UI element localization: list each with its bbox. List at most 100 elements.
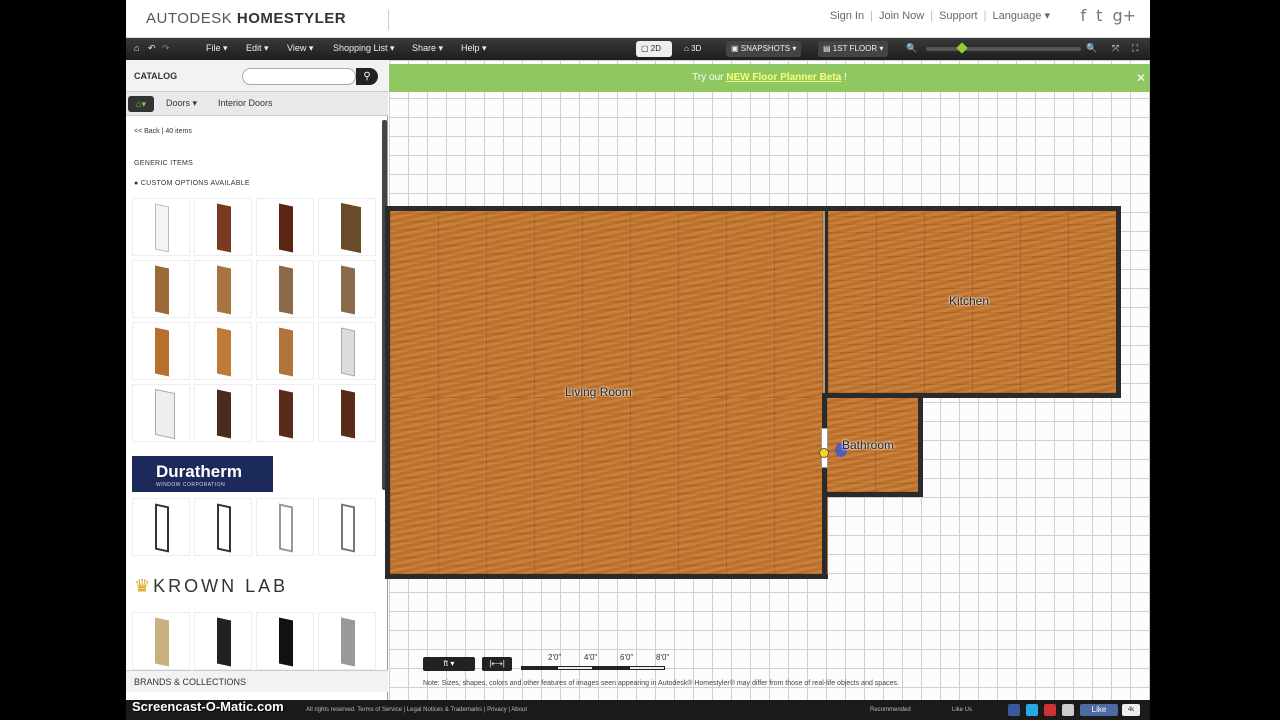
- window-tile[interactable]: [256, 498, 314, 556]
- sign-in-link[interactable]: Sign In: [830, 10, 864, 22]
- measure-toggle-icon[interactable]: |⟷|: [482, 657, 512, 671]
- breadcrumb-doors[interactable]: Doors ▾: [166, 98, 197, 109]
- door-tile[interactable]: [194, 612, 252, 670]
- brands-collections-header[interactable]: BRANDS & COLLECTIONS: [126, 670, 388, 692]
- door-tile[interactable]: [194, 198, 252, 256]
- logo-divider: [388, 10, 389, 30]
- redo-icon[interactable]: ↷: [162, 43, 170, 54]
- youtube-icon[interactable]: [1044, 704, 1056, 716]
- catalog-header: CATALOG ⚲: [126, 60, 388, 92]
- twitter-icon[interactable]: t: [1096, 6, 1102, 25]
- close-icon[interactable]: ✕: [1136, 64, 1146, 92]
- room-label-bathroom[interactable]: Bathroom: [842, 438, 894, 452]
- scale-label: 2'0": [548, 653, 562, 662]
- window-tile[interactable]: [318, 498, 376, 556]
- logo[interactable]: AUTODESK HOMESTYLER: [146, 10, 346, 27]
- breadcrumb: ⌂▾ Doors ▾ Interior Doors: [126, 92, 388, 116]
- door-tile[interactable]: [318, 260, 376, 318]
- window-tile[interactable]: [194, 498, 252, 556]
- krown-lab-logo[interactable]: ♛KROWN LAB: [134, 576, 288, 597]
- catalog-search-input[interactable]: [242, 68, 356, 85]
- window-tile[interactable]: [132, 498, 190, 556]
- search-icon[interactable]: ⚲: [356, 68, 378, 85]
- google-plus-icon[interactable]: g+: [1112, 6, 1136, 25]
- facebook-like-button[interactable]: Like: [1080, 704, 1118, 716]
- menu-file[interactable]: File ▾: [206, 43, 228, 54]
- top-links: Sign In | Join Now | Support | Language ▾: [829, 9, 1050, 23]
- language-dropdown[interactable]: Language ▾: [992, 9, 1050, 22]
- door-handle-icon[interactable]: [819, 448, 829, 458]
- facebook-icon[interactable]: f: [1081, 6, 1087, 25]
- floorplan-canvas[interactable]: Try our NEW Floor Planner Beta ! ✕ Livin…: [385, 60, 1150, 700]
- door-tile[interactable]: [256, 260, 314, 318]
- beta-banner: Try our NEW Floor Planner Beta ! ✕: [389, 64, 1150, 92]
- floor-planner-beta-link[interactable]: NEW Floor Planner Beta: [726, 72, 841, 83]
- home-icon[interactable]: ⌂: [134, 43, 139, 53]
- door-tile[interactable]: [318, 322, 376, 380]
- door-tile[interactable]: [256, 198, 314, 256]
- generic-items-heading: GENERIC ITEMS: [134, 160, 194, 167]
- zoom-out-icon[interactable]: 🔍: [906, 43, 917, 54]
- door-tile[interactable]: [194, 260, 252, 318]
- door-tile[interactable]: [256, 322, 314, 380]
- living-kitchen-divider: [823, 211, 825, 393]
- scale-label: 6'0": [620, 653, 634, 662]
- fit-view-icon[interactable]: ⤧: [1112, 43, 1119, 54]
- crown-icon: ♛: [134, 576, 154, 596]
- floor-selector[interactable]: ▤ 1ST FLOOR ▾: [818, 41, 889, 57]
- door-tile[interactable]: [256, 612, 314, 670]
- twitter-icon[interactable]: [1026, 704, 1038, 716]
- home-icon[interactable]: ⌂▾: [128, 96, 154, 112]
- zoom-in-icon[interactable]: 🔍: [1086, 43, 1097, 54]
- living-room-fill-extension: [390, 398, 822, 574]
- menu-share[interactable]: Share ▾: [412, 43, 443, 54]
- door-tile[interactable]: [318, 198, 376, 256]
- join-now-link[interactable]: Join Now: [879, 10, 924, 22]
- homestyler-app: AUTODESK HOMESTYLER Sign In | Join Now | S…: [126, 0, 1150, 720]
- room-label-living[interactable]: Living Room: [565, 385, 632, 399]
- view-3d-button[interactable]: ⌂ 3D: [679, 41, 706, 57]
- door-tile[interactable]: [132, 384, 190, 442]
- undo-icon[interactable]: ↶: [148, 43, 156, 54]
- scale-bar-segment: [629, 666, 665, 670]
- menu-bar: ⌂ ↶ ↷ File ▾ Edit ▾ View ▾ Shopping List…: [126, 38, 1150, 60]
- menu-help[interactable]: Help ▾: [461, 43, 487, 54]
- door-tile[interactable]: [194, 384, 252, 442]
- door-tile[interactable]: [318, 384, 376, 442]
- door-tile[interactable]: [256, 384, 314, 442]
- door-tile[interactable]: [318, 612, 376, 670]
- menu-view[interactable]: View ▾: [287, 43, 313, 54]
- like-us-label: Like Us: [952, 707, 973, 713]
- like-count-badge: 4k: [1122, 704, 1140, 716]
- scale-bar-segment: [593, 666, 629, 670]
- canvas-bottom-tools: ft ▾ |⟷| 2'0" 4'0" 6'0" 8'0" Note: Sizes…: [389, 653, 1150, 699]
- social-icons: f t g+: [1081, 6, 1136, 25]
- catalog-title: CATALOG: [134, 71, 178, 81]
- door-tile[interactable]: [132, 322, 190, 380]
- custom-options-label: ● CUSTOM OPTIONS AVAILABLE: [134, 180, 250, 187]
- room-label-kitchen[interactable]: Kitchen: [949, 294, 989, 308]
- door-tile[interactable]: [132, 198, 190, 256]
- zoom-slider[interactable]: [926, 47, 1081, 51]
- catalog-panel: CATALOG ⚲ ⌂▾ Doors ▾ Interior Doors << B…: [126, 60, 388, 700]
- breadcrumb-interior-doors[interactable]: Interior Doors: [218, 98, 273, 108]
- google-plus-icon[interactable]: [1062, 704, 1074, 716]
- wall-living-right: [822, 492, 827, 579]
- fullscreen-icon[interactable]: ⛶: [1132, 43, 1138, 54]
- unit-selector[interactable]: ft ▾: [423, 657, 475, 671]
- support-link[interactable]: Support: [939, 10, 978, 22]
- scale-label: 8'0": [656, 653, 670, 662]
- snapshots-button[interactable]: ▣ SNAPSHOTS ▾: [726, 41, 802, 57]
- menu-shopping-list[interactable]: Shopping List ▾: [333, 43, 395, 54]
- door-tile[interactable]: [194, 322, 252, 380]
- view-2d-button[interactable]: ▢ 2D: [636, 41, 672, 57]
- facebook-icon[interactable]: [1008, 704, 1020, 716]
- duratherm-logo[interactable]: Duratherm WINDOW CORPORATION: [132, 456, 273, 492]
- door-tile[interactable]: [132, 612, 190, 670]
- copyright-text[interactable]: All rights reserved. Terms of Service | …: [306, 707, 527, 713]
- menu-edit[interactable]: Edit ▾: [246, 43, 269, 54]
- door-tile[interactable]: [132, 260, 190, 318]
- zoom-slider-knob[interactable]: [956, 42, 968, 54]
- scale-label: 4'0": [584, 653, 598, 662]
- back-link[interactable]: << Back | 40 items: [134, 128, 192, 135]
